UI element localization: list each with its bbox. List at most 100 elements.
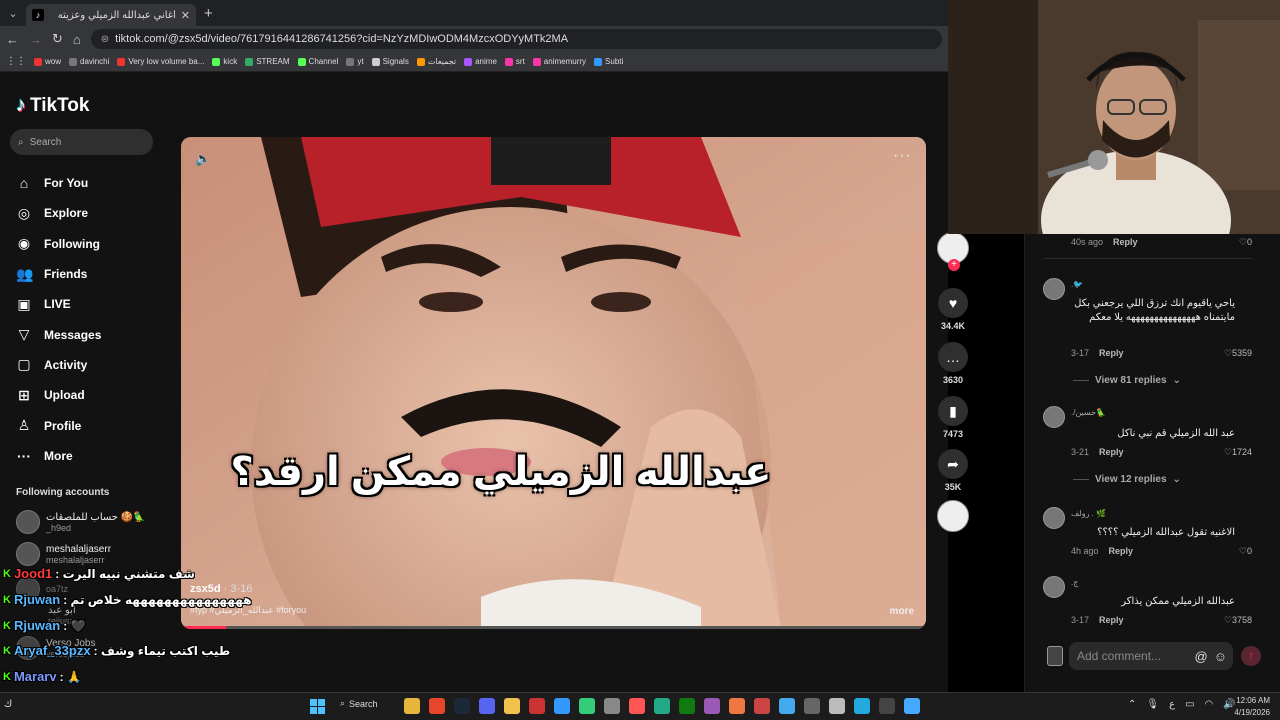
app-icon[interactable] — [529, 698, 545, 714]
comment-like[interactable]: ♡1724 — [1224, 447, 1252, 458]
music-disc[interactable] — [934, 500, 972, 532]
nav-item-live[interactable]: ▣ LIVE — [16, 289, 101, 319]
comment-like[interactable]: ♡3758 — [1224, 615, 1252, 626]
tab-list-chevron-icon[interactable]: ⌄ — [0, 0, 26, 26]
comment-action[interactable]: … 3630 — [934, 342, 972, 385]
reply-button[interactable]: Reply — [1109, 546, 1134, 556]
app-icon[interactable] — [804, 698, 820, 714]
music-disc-icon[interactable] — [937, 500, 969, 532]
apps-grid-icon[interactable]: ⋮⋮ — [6, 56, 26, 67]
microphone-icon[interactable]: 🎙 — [1146, 699, 1159, 710]
avatar[interactable] — [1043, 576, 1065, 598]
share-action[interactable]: ➦ 35K — [934, 449, 972, 492]
tiktok-logo[interactable]: ♪ TikTok — [16, 94, 89, 117]
more-link[interactable]: more — [890, 606, 914, 617]
avatar[interactable] — [1043, 406, 1065, 428]
reload-icon[interactable]: ↻ — [52, 31, 63, 47]
terminal-icon[interactable] — [879, 698, 895, 714]
bookmark-item[interactable]: davinchi — [69, 57, 109, 66]
following-account[interactable]: meshalaljaserr meshalaljaserr — [16, 542, 111, 566]
app-icon[interactable] — [829, 698, 845, 714]
app-icon[interactable] — [854, 698, 870, 714]
comment-icon[interactable]: … — [938, 342, 968, 372]
nav-item-following[interactable]: ◉ Following — [16, 229, 101, 259]
app-icon[interactable] — [904, 698, 920, 714]
volume-icon[interactable]: 🔈 — [195, 151, 211, 167]
reply-button[interactable]: Reply — [1099, 615, 1124, 625]
language-indicator[interactable]: ع — [1169, 699, 1175, 710]
nav-item-messages[interactable]: ▽ Messages — [16, 319, 102, 349]
following-account[interactable]: حساب للملصقات 🍪🦜 _h9ed — [16, 510, 146, 534]
comment-username[interactable]: 🐦. — [1071, 280, 1083, 289]
app-icon[interactable] — [704, 698, 720, 714]
bookmark-item[interactable]: yt — [346, 57, 364, 66]
creator-avatar[interactable]: + — [934, 232, 972, 271]
comment-username[interactable]: 🌿 . رولف — [1071, 509, 1106, 518]
wifi-icon[interactable]: ◠ — [1205, 699, 1214, 710]
view-replies-button[interactable]: View 81 replies ⌄ — [1073, 375, 1181, 386]
steam-icon[interactable] — [454, 698, 470, 714]
app-icon[interactable] — [604, 698, 620, 714]
avatar[interactable] — [1043, 507, 1065, 529]
home-icon[interactable]: ⌂ — [73, 32, 81, 47]
app-icon[interactable] — [654, 698, 670, 714]
view-replies-button[interactable]: View 12 replies ⌄ — [1073, 474, 1181, 485]
address-bar[interactable]: ⊜ tiktok.com/@zsx5d/video/76179164412867… — [90, 29, 942, 49]
user-avatar[interactable] — [1047, 646, 1063, 666]
chrome-icon[interactable] — [404, 698, 420, 714]
bookmark-item[interactable]: srt — [504, 57, 525, 66]
reply-button[interactable]: Reply — [1099, 447, 1124, 457]
follow-plus-icon[interactable]: + — [948, 259, 960, 271]
xbox-icon[interactable] — [679, 698, 695, 714]
app-icon[interactable] — [579, 698, 595, 714]
folder-icon[interactable] — [504, 698, 520, 714]
reply-button[interactable]: Reply — [1113, 237, 1138, 247]
bookmark-item[interactable]: Very low volume ba... — [117, 57, 204, 66]
app-icon[interactable] — [779, 698, 795, 714]
bookmark-item[interactable]: kick — [212, 57, 237, 66]
post-comment-button[interactable]: ↑ — [1241, 646, 1261, 666]
share-icon[interactable]: ➦ — [938, 449, 968, 479]
heart-icon[interactable]: ♥ — [938, 288, 968, 318]
reply-button[interactable]: Reply — [1099, 348, 1124, 358]
back-icon[interactable]: ← — [6, 32, 19, 47]
windows-start-icon[interactable] — [310, 699, 325, 714]
nav-item-upload[interactable]: ⊞ Upload — [16, 380, 101, 410]
save-action[interactable]: ▮ 7473 — [934, 396, 972, 439]
site-info-icon[interactable]: ⊜ — [101, 34, 109, 45]
bookmark-item[interactable]: animemurry — [532, 57, 586, 66]
discord-icon[interactable] — [479, 698, 495, 714]
taskbar-clock[interactable]: 12:06 AM 4/19/2026 — [1234, 695, 1270, 719]
video-progress-bar[interactable] — [181, 626, 926, 629]
avatar[interactable] — [1043, 278, 1065, 300]
bookmark-icon[interactable]: ▮ — [938, 396, 968, 426]
monitor-icon[interactable]: ▭ — [1185, 699, 1194, 710]
close-tab-icon[interactable]: ✕ — [181, 9, 190, 22]
nav-item-more[interactable]: ··· More — [16, 441, 101, 471]
like-action[interactable]: ♥ 34.4K — [934, 288, 972, 331]
mention-icon[interactable]: @ — [1195, 649, 1208, 664]
bookmark-item[interactable]: Subti — [594, 57, 623, 66]
bookmark-item[interactable]: STREAM — [245, 57, 290, 66]
bookmark-item[interactable]: wow — [34, 57, 61, 66]
video-player[interactable]: عبدالله الزميلي ممكن ارقد؟ 🔈 ··· zsx5d ·… — [181, 137, 926, 629]
video-menu-icon[interactable]: ··· — [893, 147, 912, 165]
comment-username[interactable]: ج. — [1071, 578, 1078, 587]
bookmark-item[interactable]: anime — [464, 57, 497, 66]
comment-like[interactable]: ♡0 — [1239, 546, 1252, 557]
search-input[interactable]: ⌕ Search — [10, 129, 153, 155]
nav-item-activity[interactable]: ▢ Activity — [16, 350, 101, 380]
add-comment-input[interactable]: Add comment... @ ☺ — [1069, 642, 1233, 670]
browser-tab[interactable]: ♪ أغاني عبدالله الزميلي وعزيته ✕ — [26, 4, 196, 26]
bookmark-item[interactable]: Signals — [371, 57, 409, 66]
app-icon[interactable] — [754, 698, 770, 714]
emoji-icon[interactable]: ☺ — [1214, 649, 1227, 664]
comment-like[interactable]: ♡5359 — [1224, 348, 1252, 359]
avatar[interactable]: + — [937, 232, 969, 271]
nav-item-explore[interactable]: ◎ Explore — [16, 198, 101, 228]
forward-icon[interactable]: → — [29, 32, 42, 47]
app-icon[interactable] — [729, 698, 745, 714]
app-icon[interactable] — [554, 698, 570, 714]
app-icon[interactable] — [629, 698, 645, 714]
chevron-up-icon[interactable]: ⌃ — [1128, 699, 1136, 710]
